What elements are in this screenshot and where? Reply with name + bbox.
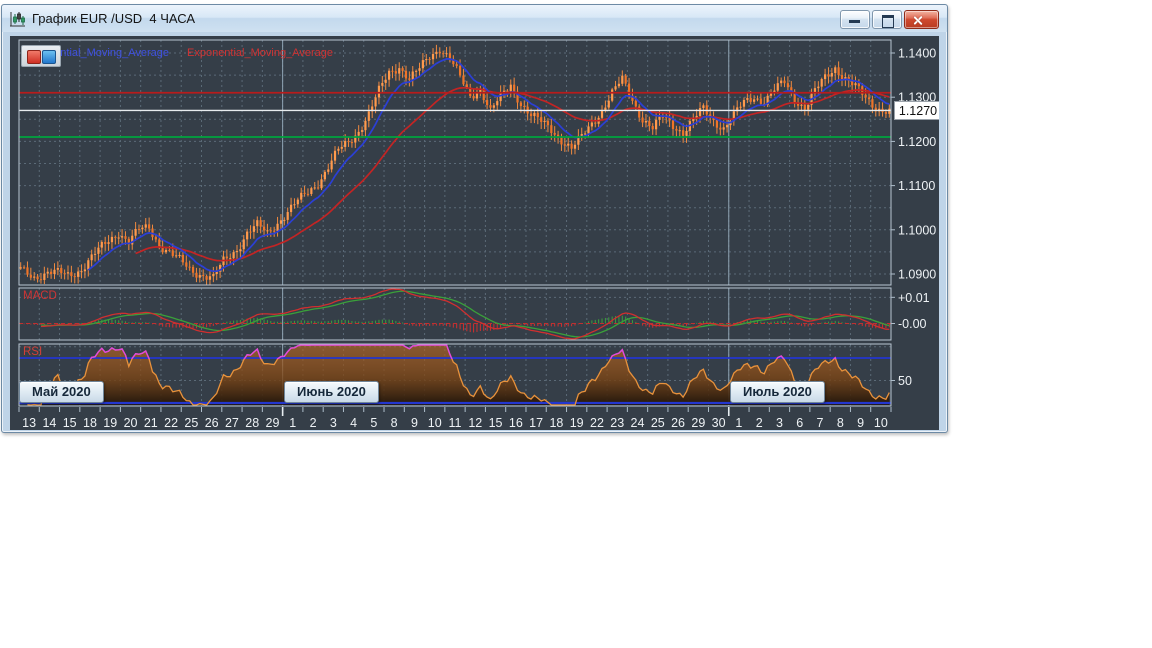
svg-text:25: 25 <box>651 416 665 430</box>
macd-axis-labels: +0.01 -0.00 <box>891 291 930 331</box>
svg-text:8: 8 <box>391 416 398 430</box>
svg-text:19: 19 <box>103 416 117 430</box>
svg-text:1.1400: 1.1400 <box>898 47 936 61</box>
svg-text:-0.00: -0.00 <box>898 317 927 331</box>
svg-text:7: 7 <box>817 416 824 430</box>
svg-text:15: 15 <box>63 416 77 430</box>
svg-text:6: 6 <box>796 416 803 430</box>
macd-label: MACD <box>23 290 57 302</box>
svg-text:17: 17 <box>529 416 543 430</box>
svg-text:1.1000: 1.1000 <box>898 223 936 237</box>
close-icon <box>905 11 938 28</box>
svg-text:18: 18 <box>83 416 97 430</box>
svg-text:11: 11 <box>449 416 462 430</box>
macd-pane <box>19 288 891 340</box>
svg-text:1.0900: 1.0900 <box>898 268 936 282</box>
chart-canvas[interactable]: 1.14001.13001.12001.11001.10001.0900+0.0… <box>10 36 939 430</box>
maximize-icon <box>882 15 894 28</box>
svg-text:29: 29 <box>691 416 705 430</box>
window-title: График EUR /USD 4 ЧАСА <box>32 11 196 26</box>
svg-text:20: 20 <box>124 416 138 430</box>
svg-text:26: 26 <box>205 416 219 430</box>
svg-text:22: 22 <box>590 416 604 430</box>
svg-text:1: 1 <box>735 416 742 430</box>
svg-text:16: 16 <box>509 416 523 430</box>
svg-text:13: 13 <box>22 416 36 430</box>
svg-text:19: 19 <box>570 416 584 430</box>
svg-text:1: 1 <box>289 416 296 430</box>
svg-text:3: 3 <box>330 416 337 430</box>
svg-text:10: 10 <box>428 416 442 430</box>
titlebar[interactable]: График EUR /USD 4 ЧАСА <box>2 5 947 32</box>
svg-text:24: 24 <box>631 416 645 430</box>
close-button[interactable] <box>904 10 939 29</box>
ema-slow-line <box>135 86 890 262</box>
svg-text:50: 50 <box>898 374 912 388</box>
chart-window: График EUR /USD 4 ЧАСА 1.1400 1.1300 1.120… <box>1 4 948 433</box>
svg-text:5: 5 <box>370 416 377 430</box>
svg-text:29: 29 <box>266 416 280 430</box>
svg-text:+0.01: +0.01 <box>898 291 930 305</box>
gridlines <box>18 40 892 406</box>
svg-text:10: 10 <box>874 416 888 430</box>
candlesticks <box>19 44 891 285</box>
month-button-may[interactable]: Май 2020 <box>19 381 104 403</box>
price-axis-labels: 1.14001.13001.12001.11001.10001.0900 <box>891 47 936 282</box>
current-price-box: 1.1270 <box>894 101 939 120</box>
svg-text:21: 21 <box>144 416 158 430</box>
svg-text:15: 15 <box>489 416 503 430</box>
legend-swatch-fast-ema[interactable] <box>42 49 56 64</box>
maximize-button[interactable] <box>872 10 902 29</box>
svg-text:22: 22 <box>164 416 178 430</box>
svg-text:18: 18 <box>549 416 563 430</box>
svg-text:2: 2 <box>756 416 763 430</box>
svg-text:14: 14 <box>42 416 56 430</box>
svg-text:25: 25 <box>184 416 198 430</box>
legend-label-slow-ema: Exponential_Moving_Average <box>187 47 333 59</box>
svg-text:26: 26 <box>671 416 685 430</box>
svg-text:9: 9 <box>857 416 864 430</box>
candlestick-chart-icon <box>9 11 26 27</box>
svg-text:28: 28 <box>245 416 259 430</box>
legend-swatches <box>21 45 61 67</box>
minimize-icon <box>849 20 860 23</box>
svg-text:2: 2 <box>310 416 317 430</box>
svg-text:12: 12 <box>468 416 482 430</box>
svg-text:27: 27 <box>225 416 239 430</box>
rsi-label: RSI <box>23 346 43 358</box>
svg-text:23: 23 <box>610 416 624 430</box>
svg-text:30: 30 <box>712 416 726 430</box>
panel-borders <box>18 39 892 407</box>
window-controls <box>840 10 939 29</box>
svg-text:9: 9 <box>411 416 418 430</box>
svg-text:8: 8 <box>837 416 844 430</box>
legend-swatch-slow-ema[interactable] <box>27 49 41 64</box>
svg-text:1.1200: 1.1200 <box>898 135 936 149</box>
svg-text:3: 3 <box>776 416 783 430</box>
svg-text:4: 4 <box>350 416 357 430</box>
minimize-button[interactable] <box>840 10 870 29</box>
x-axis: 13 14 15 18 19 20 21 22 25 26 27 28 29 1 2 3 4 5 8 9 10 11 12 1… <box>18 407 892 430</box>
chart-client-area: 1.1400 1.1300 1.1200 1.1100 1.1000 1.0900 +0.0… <box>10 36 939 430</box>
month-button-july[interactable]: Июль 2020 <box>730 381 825 403</box>
month-button-june[interactable]: Июнь 2020 <box>284 381 379 403</box>
rsi-axis-labels: 50 <box>891 374 912 388</box>
svg-text:1.1100: 1.1100 <box>898 179 935 193</box>
